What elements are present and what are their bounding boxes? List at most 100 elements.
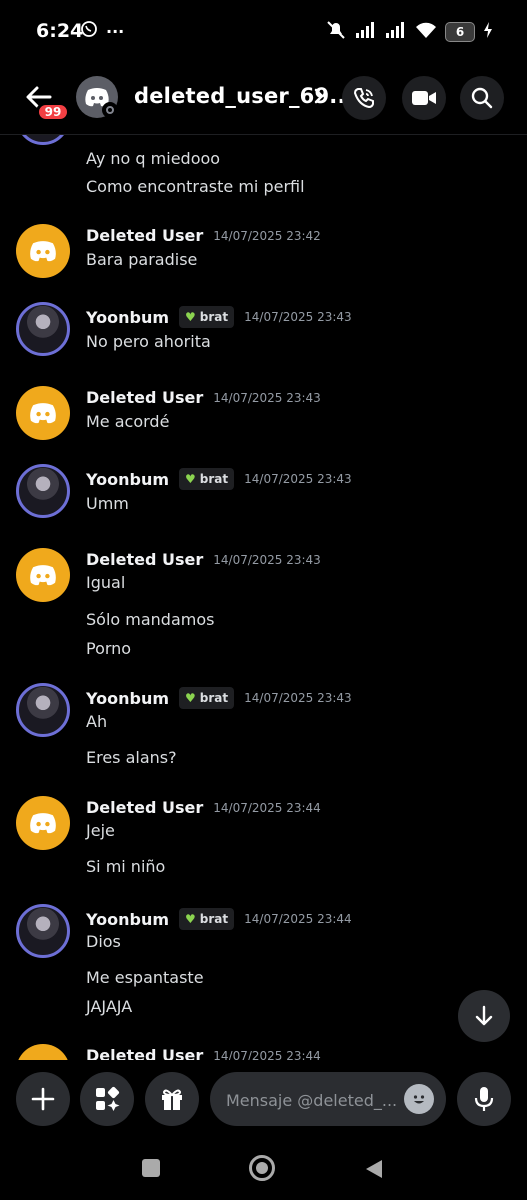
status-right-icons: 6	[325, 20, 493, 44]
jump-to-bottom-button[interactable]	[458, 990, 510, 1042]
timestamp: 14/07/2025 23:43	[213, 552, 321, 567]
author-line: Yoonbum ♥ brat 14/07/2025 23:43	[86, 687, 352, 709]
message-text[interactable]: Porno	[86, 639, 131, 658]
avatar[interactable]	[16, 683, 70, 737]
mute-icon	[325, 20, 347, 44]
avatar[interactable]	[16, 1044, 70, 1060]
avatar[interactable]	[16, 135, 70, 145]
message-text[interactable]: Me acordé	[86, 412, 169, 431]
author-line: Deleted User 14/07/2025 23:43	[86, 550, 321, 569]
avatar[interactable]	[16, 464, 70, 518]
timestamp: 14/07/2025 23:44	[213, 800, 321, 815]
guild-tag[interactable]: ♥ brat	[179, 687, 235, 709]
guild-tag[interactable]: ♥ brat	[179, 908, 235, 930]
discord-logo-icon	[30, 241, 56, 262]
message-text[interactable]: Eres alans?	[86, 748, 177, 767]
gift-icon	[162, 1089, 182, 1110]
video-call-button[interactable]	[402, 76, 446, 120]
emoji-button[interactable]	[404, 1084, 434, 1114]
recents-button[interactable]	[142, 1159, 160, 1177]
unread-badge: 99	[36, 102, 70, 122]
emoji-icon	[413, 1095, 425, 1104]
guild-tag[interactable]: ♥ brat	[179, 306, 235, 328]
status-dots: ···	[106, 21, 125, 41]
author-name[interactable]: Deleted User	[86, 1046, 203, 1060]
author-name[interactable]: Yoonbum	[86, 910, 169, 929]
message-text[interactable]: Me espantaste	[86, 968, 204, 987]
message-input[interactable]	[224, 1084, 408, 1116]
message-list[interactable]: Ay no q miedooo Como encontraste mi perf…	[0, 135, 527, 1060]
message-text[interactable]: Ay no q miedooo	[86, 149, 220, 168]
guild-tag[interactable]: ♥ brat	[179, 468, 235, 490]
author-line: Deleted User 14/07/2025 23:42	[86, 226, 321, 245]
green-heart-icon: ♥	[185, 310, 196, 324]
whatsapp-icon	[80, 20, 98, 42]
timestamp: 14/07/2025 23:44	[213, 1048, 321, 1061]
author-name[interactable]: Yoonbum	[86, 308, 169, 327]
avatar[interactable]	[16, 224, 70, 278]
author-line: Deleted User 14/07/2025 23:43	[86, 388, 321, 407]
message-text[interactable]: No pero ahorita	[86, 332, 211, 351]
voice-message-button[interactable]	[457, 1072, 511, 1126]
arrow-down-icon	[475, 1005, 493, 1026]
timestamp: 14/07/2025 23:43	[244, 472, 352, 486]
attach-button[interactable]	[16, 1072, 70, 1126]
search-button[interactable]	[460, 76, 504, 120]
author-line: Yoonbum ♥ brat 14/07/2025 23:43	[86, 306, 352, 328]
signal-icon	[355, 21, 377, 43]
message-text[interactable]: Dios	[86, 932, 121, 951]
timestamp: 14/07/2025 23:44	[244, 912, 352, 926]
phone-call-icon	[353, 88, 374, 109]
gift-button[interactable]	[145, 1072, 199, 1126]
message-text[interactable]: Ah	[86, 712, 107, 731]
message-text[interactable]: Sólo mandamos	[86, 610, 214, 629]
message-text[interactable]: Bara paradise	[86, 250, 197, 269]
message-text[interactable]: JAJAJA	[86, 997, 132, 1016]
author-name[interactable]: Deleted User	[86, 798, 203, 817]
green-heart-icon: ♥	[185, 691, 196, 705]
author-line: Deleted User 14/07/2025 23:44	[86, 798, 321, 817]
back-nav-button[interactable]	[364, 1158, 384, 1184]
author-name[interactable]: Yoonbum	[86, 470, 169, 489]
status-left-icons: ···	[80, 20, 124, 42]
dm-header: 99 deleted_user_69...	[0, 64, 527, 135]
home-button[interactable]	[249, 1155, 275, 1181]
discord-logo-icon	[30, 813, 56, 834]
charging-icon	[483, 22, 493, 42]
message-text[interactable]: Si mi niño	[86, 857, 165, 876]
avatar[interactable]	[16, 386, 70, 440]
message-composer	[0, 1060, 527, 1140]
call-button[interactable]	[342, 76, 386, 120]
message-text[interactable]: Umm	[86, 494, 129, 513]
avatar[interactable]	[16, 548, 70, 602]
signal-icon-2	[385, 21, 407, 43]
apps-button[interactable]	[80, 1072, 134, 1126]
avatar[interactable]	[16, 904, 70, 958]
plus-icon	[31, 1087, 55, 1111]
author-line: Yoonbum ♥ brat 14/07/2025 23:44	[86, 908, 352, 930]
wifi-icon	[415, 21, 437, 43]
author-name[interactable]: Yoonbum	[86, 689, 169, 708]
author-name[interactable]: Deleted User	[86, 226, 203, 245]
discord-logo-icon	[30, 403, 56, 424]
author-line: Deleted User 14/07/2025 23:44	[86, 1046, 321, 1060]
avatar[interactable]	[16, 796, 70, 850]
author-name[interactable]: Deleted User	[86, 550, 203, 569]
author-name[interactable]: Deleted User	[86, 388, 203, 407]
search-icon	[471, 87, 493, 109]
message-text[interactable]: Igual	[86, 573, 125, 592]
chevron-right-icon[interactable]	[312, 86, 326, 110]
timestamp: 14/07/2025 23:43	[244, 310, 352, 324]
timestamp: 14/07/2025 23:43	[244, 691, 352, 705]
avatar[interactable]	[16, 302, 70, 356]
apps-icon	[96, 1086, 120, 1111]
green-heart-icon: ♥	[185, 472, 196, 486]
timestamp: 14/07/2025 23:43	[213, 390, 321, 405]
offline-status-dot	[102, 102, 118, 118]
message-text[interactable]: Como encontraste mi perfil	[86, 177, 305, 196]
triangle-back-icon	[366, 1160, 382, 1178]
timestamp: 14/07/2025 23:42	[213, 228, 321, 243]
microphone-icon	[474, 1087, 494, 1111]
message-text[interactable]: Jeje	[86, 821, 115, 840]
green-heart-icon: ♥	[185, 912, 196, 926]
